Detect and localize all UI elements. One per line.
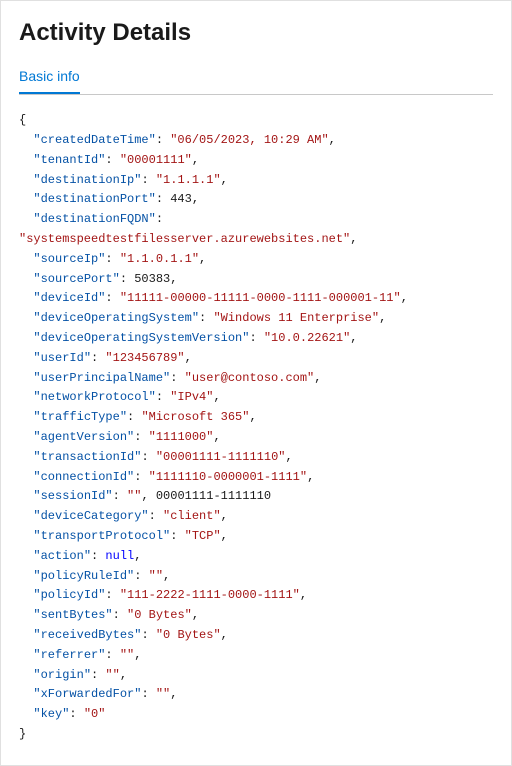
main-container: Activity Details Basic info { "createdDa… bbox=[0, 0, 512, 766]
json-content: { "createdDateTime": "06/05/2023, 10:29 … bbox=[19, 111, 493, 745]
tab-basic-info[interactable]: Basic info bbox=[19, 68, 80, 94]
page-title: Activity Details bbox=[19, 17, 493, 48]
tabs-bar: Basic info bbox=[19, 68, 493, 95]
